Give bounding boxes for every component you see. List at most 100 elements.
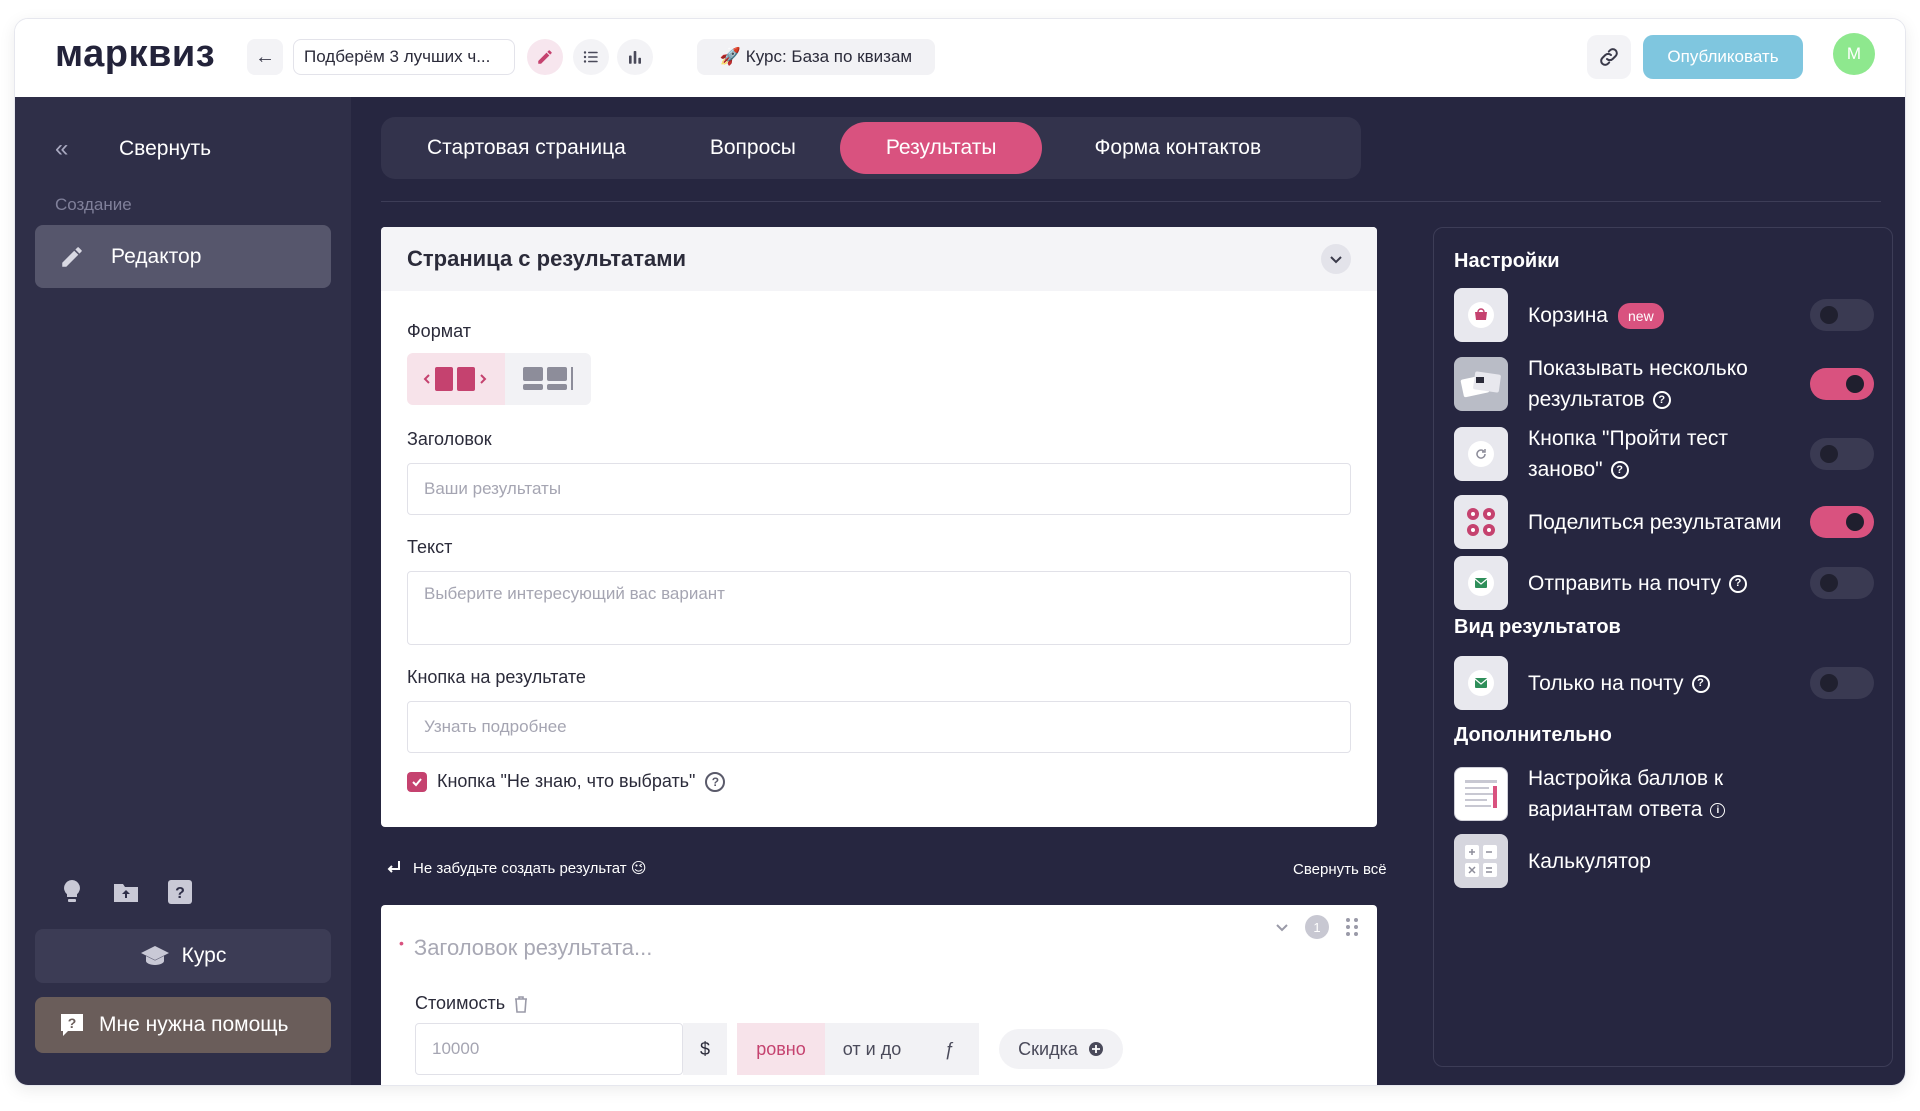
- setting-label: Поделиться результатами: [1528, 507, 1808, 538]
- toggle-cart[interactable]: [1810, 299, 1874, 331]
- result-item-card: • Заголовок результата... 1 Стоимость 100…: [381, 905, 1377, 1085]
- edit-title-button[interactable]: [527, 39, 563, 75]
- results-card-header[interactable]: Страница с результатами: [381, 227, 1377, 291]
- help-label: Мне нужна помощь: [99, 1013, 289, 1036]
- scores-table-icon: [1454, 767, 1508, 821]
- collapse-label: Свернуть: [119, 137, 212, 160]
- email-icon: [1454, 656, 1508, 710]
- quiz-title-field[interactable]: Подберём 3 лучших ч...: [293, 39, 515, 75]
- result-title-input[interactable]: • Заголовок результата...: [399, 935, 652, 961]
- heading-label: Заголовок: [407, 429, 492, 449]
- setting-share-label: Поделиться результатами: [1528, 510, 1782, 534]
- collapse-all-link[interactable]: Свернуть всё: [1293, 861, 1387, 878]
- setting-label: Настройка баллов к вариантам ответа i: [1528, 763, 1808, 825]
- checkmark-icon: [412, 777, 422, 786]
- carousel-icon: [423, 367, 487, 391]
- help-icon[interactable]: ?: [1652, 391, 1671, 410]
- setting-answer-scores[interactable]: Настройка баллов к вариантам ответа i: [1454, 762, 1874, 826]
- cost-input[interactable]: 10000: [415, 1023, 683, 1075]
- help-icon[interactable]: ?: [1728, 574, 1747, 593]
- info-icon[interactable]: i: [1710, 802, 1726, 818]
- toggle-email-only[interactable]: [1810, 667, 1874, 699]
- question-bubble-icon: ?: [61, 1014, 83, 1036]
- dont-know-checkbox[interactable]: [407, 771, 427, 792]
- help-icon[interactable]: ?: [705, 771, 726, 792]
- folder-upload-icon[interactable]: [109, 875, 143, 909]
- section-label: Создание: [55, 195, 132, 214]
- setting-multiple-results-label: Показывать несколько результатов: [1528, 357, 1748, 411]
- setting-email-only-label: Только на почту: [1528, 671, 1684, 695]
- calculator-icon: [1454, 834, 1508, 888]
- settings-panel: Настройки Корзина new Показывать нескольк…: [1433, 227, 1893, 1067]
- setting-retake-button: Кнопка "Пройти тест заново"?: [1454, 422, 1874, 486]
- help-icon[interactable]: ?: [1691, 674, 1710, 693]
- arrow-left-icon: ←: [255, 45, 275, 68]
- setting-multiple-results: Показывать несколько результатов?: [1454, 352, 1874, 416]
- graduation-cap-icon: [140, 946, 169, 965]
- setting-share-results: Поделиться результатами: [1454, 490, 1874, 554]
- format-slider-option[interactable]: [407, 353, 505, 405]
- mode-exact[interactable]: ровно: [737, 1023, 825, 1075]
- new-badge: new: [1618, 302, 1664, 329]
- app-window: марквиз ← Подберём 3 лучших ч... 🚀 Курс:…: [14, 18, 1906, 1086]
- setting-calculator[interactable]: Калькулятор: [1454, 834, 1874, 888]
- chevron-down-icon[interactable]: [1275, 920, 1289, 934]
- back-button[interactable]: ←: [247, 39, 283, 75]
- discount-button[interactable]: Скидка: [999, 1029, 1123, 1069]
- share-link-button[interactable]: [1587, 35, 1631, 79]
- sidebar: « Свернуть Создание Редактор ? Курс ? Мн…: [15, 97, 351, 1085]
- refresh-icon: [1454, 427, 1508, 481]
- lightbulb-icon[interactable]: [55, 875, 89, 909]
- mode-range[interactable]: от и до: [825, 1023, 919, 1075]
- list-icon: [583, 51, 598, 63]
- mode-formula[interactable]: ƒ: [919, 1023, 979, 1075]
- format-grid-option[interactable]: [505, 353, 591, 405]
- help-button[interactable]: ? Мне нужна помощь: [35, 997, 331, 1053]
- tab-questions[interactable]: Вопросы: [666, 122, 840, 174]
- help-square-icon[interactable]: ?: [163, 875, 197, 909]
- sidebar-item-label: Редактор: [111, 244, 202, 268]
- cost-label: Стоимость: [415, 993, 506, 1013]
- toggle-send-email[interactable]: [1810, 567, 1874, 599]
- currency-button[interactable]: $: [683, 1023, 727, 1075]
- required-marker: •: [399, 935, 404, 951]
- text-input[interactable]: Выберите интересующий вас вариант: [407, 571, 1351, 645]
- double-chevron-left-icon: «: [55, 135, 69, 162]
- trash-icon[interactable]: [513, 995, 529, 1013]
- course-button[interactable]: Курс: [35, 929, 331, 983]
- share-social-icon: [1454, 495, 1508, 549]
- multiple-results-icon: [1454, 357, 1508, 411]
- tab-contact-form[interactable]: Форма контактов: [1042, 122, 1313, 174]
- button-text-input[interactable]: Узнать подробнее: [407, 701, 1351, 753]
- grid-layout-icon: [523, 367, 573, 390]
- setting-cart-label: Корзина: [1528, 303, 1608, 327]
- collapse-sidebar-button[interactable]: « Свернуть: [55, 135, 211, 163]
- heading-input[interactable]: Ваши результаты: [407, 463, 1351, 515]
- list-view-button[interactable]: [573, 39, 609, 75]
- extra-heading: Дополнительно: [1454, 724, 1612, 746]
- logo: марквиз: [55, 33, 216, 75]
- top-bar: марквиз ← Подберём 3 лучших ч... 🚀 Курс:…: [15, 19, 1905, 97]
- analytics-button[interactable]: [617, 39, 653, 75]
- drag-handle-icon[interactable]: [1345, 917, 1359, 937]
- tab-start-page[interactable]: Стартовая страница: [387, 122, 666, 174]
- collapse-card-button[interactable]: [1321, 244, 1351, 274]
- price-mode-group: ровно от и до ƒ: [737, 1023, 979, 1075]
- toggle-retake[interactable]: [1810, 438, 1874, 470]
- help-icon[interactable]: ?: [1610, 461, 1629, 480]
- tab-results[interactable]: Результаты: [839, 122, 1043, 174]
- toggle-multiple-results[interactable]: [1810, 368, 1874, 400]
- link-icon: [1600, 48, 1618, 66]
- course-chip[interactable]: 🚀 Курс: База по квизам: [697, 39, 935, 75]
- chevron-down-icon: [1330, 256, 1342, 264]
- toggle-share[interactable]: [1810, 506, 1874, 538]
- sidebar-item-editor[interactable]: Редактор: [35, 225, 331, 288]
- dont-know-button-option: Кнопка "Не знаю, что выбрать" ?: [407, 771, 726, 792]
- avatar[interactable]: М: [1833, 33, 1875, 75]
- setting-label: Только на почту?: [1528, 668, 1808, 699]
- setting-email-label: Отправить на почту: [1528, 571, 1721, 595]
- setting-label: Показывать несколько результатов?: [1528, 353, 1808, 415]
- setting-scores-label: Настройка баллов к вариантам ответа: [1528, 767, 1724, 821]
- divider: [381, 201, 1881, 202]
- publish-button[interactable]: Опубликовать: [1643, 35, 1803, 79]
